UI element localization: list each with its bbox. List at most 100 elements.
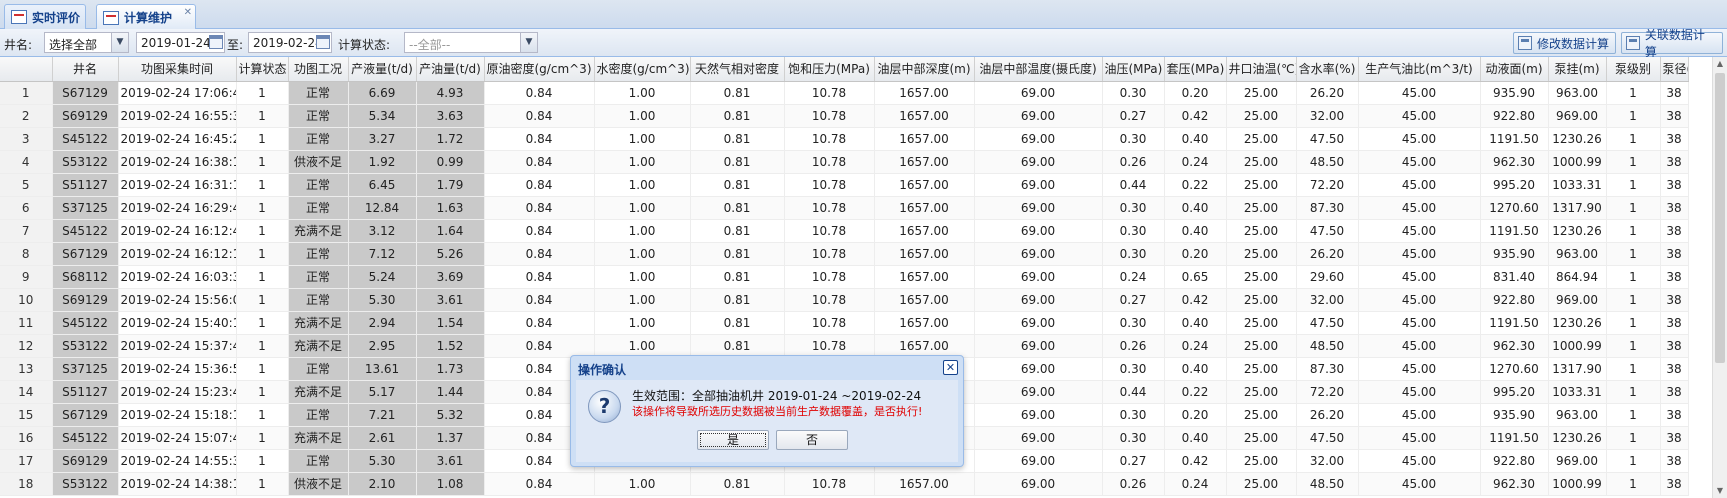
scroll-down-icon[interactable]: ▼ bbox=[1713, 484, 1727, 498]
cell-water-cut: 47.50 bbox=[1296, 426, 1359, 450]
column-header-row-number[interactable] bbox=[0, 57, 53, 82]
cell-fluid-level: 1191.50 bbox=[1480, 219, 1549, 243]
column-header-oil-pressure[interactable]: 油压(MPa) bbox=[1102, 57, 1165, 82]
scrollbar-thumb[interactable] bbox=[1715, 73, 1725, 363]
cell-layer-temp: 69.00 bbox=[974, 357, 1103, 381]
column-header-condition[interactable]: 功图工况 bbox=[288, 57, 349, 82]
table-row[interactable]: 11 S45122 2019-02-24 15:40:16 1 充满不足 2.94 1.54… bbox=[0, 311, 1689, 335]
cell-well-name: S45122 bbox=[52, 219, 119, 243]
cell-fluid-level: 1270.60 bbox=[1480, 196, 1549, 220]
column-header-pump-depth[interactable]: 泵挂(m) bbox=[1548, 57, 1607, 82]
column-header-gas-density[interactable]: 天然气相对密度 bbox=[690, 57, 785, 82]
table-row[interactable]: 5 S51127 2019-02-24 16:31:15 1 正常 6.45 1.79 0.8… bbox=[0, 173, 1689, 197]
column-header-wellhead-temp[interactable]: 井口油温(℃) bbox=[1226, 57, 1297, 82]
column-header-water-density[interactable]: 水密度(g/cm^3) bbox=[594, 57, 691, 82]
cell-well-name: S53122 bbox=[52, 334, 119, 358]
tab-calc-maintenance[interactable]: 计算维护 ✕ bbox=[96, 4, 196, 30]
calendar-icon[interactable] bbox=[316, 35, 330, 49]
cell-fluid-level: 962.30 bbox=[1480, 150, 1549, 174]
cell-wellhead-temp: 25.00 bbox=[1226, 288, 1297, 312]
end-date-field[interactable]: 2019-02-24 bbox=[248, 32, 332, 53]
cell-casing-pressure: 0.20 bbox=[1164, 242, 1227, 266]
table-row[interactable]: 2 S69129 2019-02-24 16:55:36 1 正常 5.34 3.63 0.8… bbox=[0, 104, 1689, 128]
column-header-water-cut[interactable]: 含水率(%) bbox=[1296, 57, 1359, 82]
table-row[interactable]: 9 S68112 2019-02-24 16:03:35 1 正常 5.24 3.69 0.8… bbox=[0, 265, 1689, 289]
cell-pump-depth: 963.00 bbox=[1548, 403, 1607, 427]
cell-oil-pressure: 0.30 bbox=[1102, 219, 1165, 243]
cell-water-density: 1.00 bbox=[594, 81, 691, 105]
column-header-pump-diameter[interactable]: 泵径(m bbox=[1660, 57, 1689, 82]
well-select[interactable]: 选择全部 ▼ bbox=[44, 32, 129, 53]
column-header-oil-output[interactable]: 产油量(t/d) bbox=[416, 57, 485, 82]
cell-layer-temp: 69.00 bbox=[974, 288, 1103, 312]
cell-pump-grade: 1 bbox=[1606, 265, 1661, 289]
cell-calc-status: 1 bbox=[236, 150, 289, 174]
column-header-gas-oil-ratio[interactable]: 生产气油比(m^3/t) bbox=[1358, 57, 1481, 82]
cell-pump-grade: 1 bbox=[1606, 242, 1661, 266]
table-row[interactable]: 6 S37125 2019-02-24 16:29:43 1 正常 12.84 1.63 0.… bbox=[0, 196, 1689, 220]
close-icon[interactable]: ✕ bbox=[943, 360, 958, 375]
cell-pump-grade: 1 bbox=[1606, 403, 1661, 427]
cell-oil-pressure: 0.44 bbox=[1102, 173, 1165, 197]
cell-oil-pressure: 0.27 bbox=[1102, 449, 1165, 473]
vertical-scrollbar[interactable]: ▲ ▼ bbox=[1712, 57, 1727, 498]
cell-gas-density: 0.81 bbox=[690, 127, 785, 151]
cell-layer-depth: 1657.00 bbox=[874, 104, 975, 128]
cell-water-density: 1.00 bbox=[594, 288, 691, 312]
table-row[interactable]: 7 S45122 2019-02-24 16:12:48 1 充满不足 3.12 1.64 0… bbox=[0, 219, 1689, 243]
tab-bar: 实时评价 计算维护 ✕ bbox=[0, 0, 1727, 30]
column-header-calc-status[interactable]: 计算状态 bbox=[236, 57, 289, 82]
column-header-sat-pressure[interactable]: 饱和压力(MPa) bbox=[784, 57, 875, 82]
cell-layer-depth: 1657.00 bbox=[874, 81, 975, 105]
table-row[interactable]: 1 S67129 2019-02-24 17:06:42 1 正常 6.69 4.93 0.8… bbox=[0, 81, 1689, 105]
close-tab-icon[interactable]: ✕ bbox=[184, 7, 192, 18]
cell-water-density: 1.00 bbox=[594, 334, 691, 358]
calendar-icon[interactable] bbox=[209, 35, 223, 49]
cell-pump-grade: 1 bbox=[1606, 449, 1661, 473]
table-row[interactable]: 3 S45122 2019-02-24 16:45:20 1 正常 3.27 1.72 0.8… bbox=[0, 127, 1689, 151]
table-row[interactable]: 8 S67129 2019-02-24 16:12:11 1 正常 7.12 5.26 0.8… bbox=[0, 242, 1689, 266]
cell-pump-depth: 1317.90 bbox=[1548, 196, 1607, 220]
cell-oil-output: 1.37 bbox=[416, 426, 485, 450]
cell-liquid-output: 3.12 bbox=[348, 219, 417, 243]
column-header-well-name[interactable]: 井名 bbox=[52, 57, 119, 82]
column-header-pump-grade[interactable]: 泵级别 bbox=[1606, 57, 1661, 82]
column-header-layer-temp[interactable]: 油层中部温度(摄氏度) bbox=[974, 57, 1103, 82]
chevron-down-icon[interactable]: ▼ bbox=[111, 33, 128, 52]
calc-status-select[interactable]: --全部-- ▼ bbox=[404, 32, 538, 53]
column-header-layer-depth[interactable]: 油层中部深度(m) bbox=[874, 57, 975, 82]
cell-condition: 正常 bbox=[288, 357, 349, 381]
modify-data-calc-button[interactable]: 修改数据计算 bbox=[1513, 32, 1616, 54]
table-row[interactable]: 10 S69129 2019-02-24 15:56:06 1 正常 5.30 3.61 0.… bbox=[0, 288, 1689, 312]
cell-pump-diameter: 38 bbox=[1660, 334, 1689, 358]
column-header-oil-density[interactable]: 原油密度(g/cm^3) bbox=[484, 57, 595, 82]
cell-oil-pressure: 0.30 bbox=[1102, 311, 1165, 335]
cell-fluid-level: 935.90 bbox=[1480, 242, 1549, 266]
table-row[interactable]: 12 S53122 2019-02-24 15:37:44 1 充满不足 2.95 1.52… bbox=[0, 334, 1689, 358]
table-row[interactable]: 4 S53122 2019-02-24 16:38:14 1 供液不足 1.92 0.99 0… bbox=[0, 150, 1689, 174]
cell-sat-pressure: 10.78 bbox=[784, 81, 875, 105]
scroll-up-icon[interactable]: ▲ bbox=[1713, 57, 1727, 71]
yes-button[interactable]: 是 bbox=[697, 430, 769, 450]
cell-layer-temp: 69.00 bbox=[974, 196, 1103, 220]
cell-oil-density: 0.84 bbox=[484, 288, 595, 312]
cell-oil-output: 1.54 bbox=[416, 311, 485, 335]
column-header-fluid-level[interactable]: 动液面(m) bbox=[1480, 57, 1549, 82]
chevron-down-icon[interactable]: ▼ bbox=[520, 33, 537, 52]
column-header-casing-pressure[interactable]: 套压(MPa) bbox=[1164, 57, 1227, 82]
column-header-liquid-output[interactable]: 产液量(t/d) bbox=[348, 57, 417, 82]
cell-casing-pressure: 0.65 bbox=[1164, 265, 1227, 289]
cell-oil-output: 1.79 bbox=[416, 173, 485, 197]
cell-pump-diameter: 38 bbox=[1660, 472, 1689, 496]
start-date-field[interactable]: 2019-01-24 bbox=[136, 32, 225, 53]
tab-realtime-eval[interactable]: 实时评价 bbox=[4, 4, 86, 29]
cell-water-cut: 47.50 bbox=[1296, 311, 1359, 335]
column-header-capture-time[interactable]: 功图采集时间 bbox=[118, 57, 237, 82]
cell-liquid-output: 7.12 bbox=[348, 242, 417, 266]
no-button[interactable]: 否 bbox=[776, 430, 848, 450]
cell-pump-grade: 1 bbox=[1606, 127, 1661, 151]
cell-water-cut: 72.20 bbox=[1296, 380, 1359, 404]
table-row[interactable]: 18 S53122 2019-02-24 14:38:13 1 供液不足 2.10 1.08… bbox=[0, 472, 1689, 496]
cell-oil-pressure: 0.26 bbox=[1102, 472, 1165, 496]
related-data-calc-button[interactable]: 关联数据计算 bbox=[1621, 28, 1723, 59]
